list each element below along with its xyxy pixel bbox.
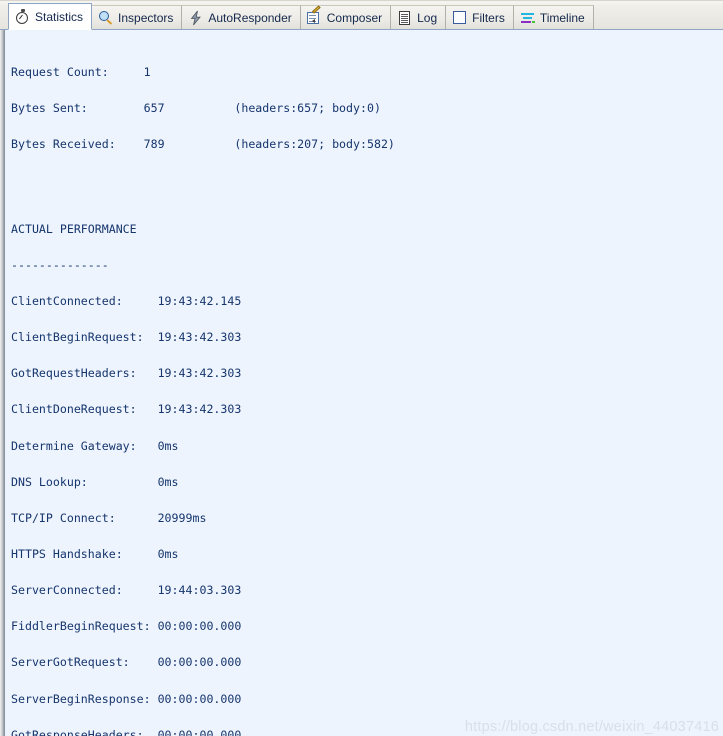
tab-inspectors-label: Inspectors <box>118 10 174 25</box>
timing-row-determine-gateway: Determine Gateway: 0ms <box>11 438 179 453</box>
tab-composer-label: Composer <box>326 10 383 25</box>
tab-statistics-label: Statistics <box>35 9 84 24</box>
watermark-text: https://blog.csdn.net/weixin_44037416 <box>464 719 719 735</box>
tab-timeline[interactable]: Timeline <box>512 5 594 29</box>
timing-row-tcpip-connect: TCP/IP Connect: 20999ms <box>11 510 207 525</box>
timing-row-client-done-request: ClientDoneRequest: 19:43:42.303 <box>11 402 242 417</box>
report-line-request-count: Request Count: 1 <box>11 65 151 80</box>
actual-performance-heading: ACTUAL PERFORMANCE <box>11 221 137 236</box>
tab-autoresponder[interactable]: AutoResponder <box>181 5 301 29</box>
compose-pencil-icon <box>306 4 323 26</box>
timing-row-dns-lookup: DNS Lookup: 0ms <box>11 474 179 489</box>
timing-row-server-connected: ServerConnected: 19:44:03.303 <box>11 583 242 598</box>
timing-row-client-begin-request: ClientBeginRequest: 19:43:42.303 <box>11 330 242 345</box>
document-icon <box>397 10 413 26</box>
tab-timeline-label: Timeline <box>539 10 585 25</box>
report-line-bytes-sent: Bytes Sent: 657 (headers:657; body:0) <box>11 101 381 116</box>
tab-autoresponder-label: AutoResponder <box>208 10 292 25</box>
timing-row-got-request-headers: GotRequestHeaders: 19:43:42.303 <box>11 366 242 381</box>
tab-log[interactable]: Log <box>390 5 447 29</box>
tab-filters[interactable]: Filters <box>445 5 514 29</box>
statistics-report: Request Count: 1 Bytes Sent: 657 (header… <box>11 30 717 736</box>
timing-row-server-got-request: ServerGotRequest: 00:00:00.000 <box>11 655 242 670</box>
pane-splitter[interactable] <box>0 30 5 736</box>
tab-filters-label: Filters <box>472 10 505 25</box>
timing-row-fiddler-begin-request: FiddlerBeginRequest: 00:00:00.000 <box>11 619 242 634</box>
tab-log-label: Log <box>417 10 438 25</box>
timing-row-server-begin-response: ServerBeginResponse: 00:00:00.000 <box>11 691 242 706</box>
actual-performance-divider: -------------- <box>11 257 109 272</box>
tab-statistics[interactable]: Statistics <box>8 3 93 30</box>
magnifier-icon <box>98 10 114 26</box>
statistics-pane: Request Count: 1 Bytes Sent: 657 (header… <box>0 30 723 736</box>
square-outline-icon <box>452 10 468 26</box>
tab-composer[interactable]: Composer <box>299 4 392 29</box>
tab-inspectors[interactable]: Inspectors <box>91 5 183 29</box>
timeline-bars-icon <box>520 10 536 26</box>
timing-row-client-connected: ClientConnected: 19:43:42.145 <box>11 294 242 309</box>
lightning-bolt-icon <box>188 10 204 26</box>
timing-row-https-handshake: HTTPS Handshake: 0ms <box>11 547 179 562</box>
tab-bar: Statistics Inspectors AutoResponder Comp… <box>0 0 723 30</box>
stopwatch-icon <box>15 8 31 25</box>
fiddler-window: Statistics Inspectors AutoResponder Comp… <box>0 0 723 736</box>
report-line-bytes-received: Bytes Received: 789 (headers:207; body:5… <box>11 137 395 152</box>
